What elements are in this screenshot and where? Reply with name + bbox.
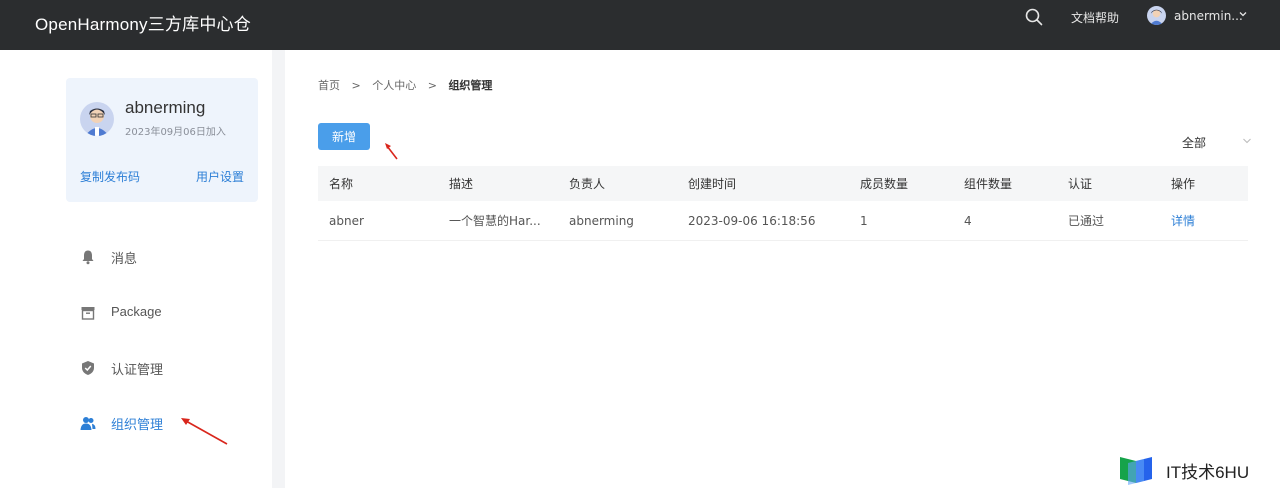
add-organization-button[interactable]: 新增 xyxy=(318,123,370,150)
column-header-created: 创建时间 xyxy=(688,177,737,191)
table-header: 名称 描述 负责人 创建时间 成员数量 组件数量 认证 操作 xyxy=(318,166,1248,201)
organization-table: 名称 描述 负责人 创建时间 成员数量 组件数量 认证 操作 abner 一个智… xyxy=(318,166,1248,241)
status-filter-select[interactable]: 全部 xyxy=(1182,134,1206,151)
breadcrumb-personal-center[interactable]: 个人中心 xyxy=(372,79,416,92)
shield-icon xyxy=(82,361,94,375)
main-panel: 首页 > 个人中心 > 组织管理 新增 全部 名称 描述 负责人 创建时间 成员… xyxy=(285,50,1280,488)
chevron-down-icon[interactable] xyxy=(1238,9,1248,19)
breadcrumb-home[interactable]: 首页 xyxy=(318,79,340,92)
cell-owner: abnerming xyxy=(569,213,634,228)
docs-link[interactable]: 文档帮助 xyxy=(1071,9,1119,26)
copy-publish-code-link[interactable]: 复制发布码 xyxy=(80,168,140,185)
breadcrumb-separator: > xyxy=(351,79,361,92)
top-navbar: OpenHarmony三方库中心仓 文档帮助 abnermin... xyxy=(0,0,1280,50)
user-menu[interactable]: abnermin... xyxy=(1174,9,1243,23)
sidebar-item-organization[interactable]: 组织管理 xyxy=(80,412,260,436)
site-title[interactable]: OpenHarmony三方库中心仓 xyxy=(35,10,251,35)
column-header-owner: 负责人 xyxy=(569,177,606,191)
profile-join-date: 2023年09月06日加入 xyxy=(125,127,226,138)
column-header-members: 成员数量 xyxy=(860,177,909,191)
chevron-down-icon[interactable] xyxy=(1242,137,1252,145)
user-settings-link[interactable]: 用户设置 xyxy=(196,168,244,185)
avatar-icon xyxy=(80,102,114,136)
cell-name: abner xyxy=(329,213,364,228)
breadcrumb-separator: > xyxy=(427,79,437,92)
sidebar: abnerming 2023年09月06日加入 复制发布码 用户设置 消息 Pa… xyxy=(0,50,272,488)
column-header-actions: 操作 xyxy=(1171,177,1196,191)
breadcrumb: 首页 > 个人中心 > 组织管理 xyxy=(318,77,500,93)
column-header-name: 名称 xyxy=(329,177,354,191)
group-icon xyxy=(80,417,96,430)
user-avatar-icon[interactable] xyxy=(1147,6,1166,25)
sidebar-item-label: Package xyxy=(111,304,162,319)
package-icon xyxy=(81,307,95,320)
column-header-certification: 认证 xyxy=(1068,177,1093,191)
profile-card: abnerming 2023年09月06日加入 复制发布码 用户设置 xyxy=(66,78,258,202)
search-icon[interactable] xyxy=(1024,7,1044,27)
cell-certification: 已通过 xyxy=(1068,214,1105,228)
column-header-description: 描述 xyxy=(449,177,474,191)
sidebar-item-label: 消息 xyxy=(111,251,138,266)
sidebar-item-label: 组织管理 xyxy=(111,417,164,432)
column-header-components: 组件数量 xyxy=(964,177,1013,191)
bell-icon xyxy=(82,250,94,265)
sidebar-item-messages[interactable]: 消息 xyxy=(80,246,260,270)
sidebar-item-package[interactable]: Package xyxy=(80,302,260,326)
profile-name: abnerming xyxy=(125,98,206,117)
table-row: abner 一个智慧的Har... abnerming 2023-09-06 1… xyxy=(318,201,1248,241)
details-link[interactable]: 详情 xyxy=(1171,201,1195,240)
cell-created: 2023-09-06 16:18:56 xyxy=(688,213,816,228)
sidebar-item-certification[interactable]: 认证管理 xyxy=(80,357,260,381)
watermark-text: IT技术6HU xyxy=(1166,463,1250,482)
breadcrumb-current: 组织管理 xyxy=(448,79,493,92)
cell-description: 一个智慧的Har... xyxy=(449,214,541,228)
cell-members: 1 xyxy=(860,213,868,228)
sidebar-item-label: 认证管理 xyxy=(111,362,164,377)
cell-components: 4 xyxy=(964,213,972,228)
